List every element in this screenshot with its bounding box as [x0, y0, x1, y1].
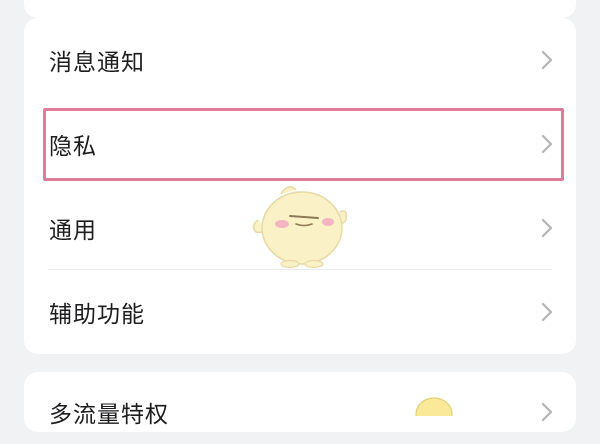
- settings-item-notifications[interactable]: 消息通知: [24, 18, 576, 102]
- chevron-right-icon: [541, 134, 553, 154]
- chevron-right-icon: [541, 302, 553, 322]
- settings-item-privacy[interactable]: 隐私: [24, 102, 576, 186]
- settings-group-2: 多流量特权: [24, 372, 576, 432]
- mascot-sticker-icon: [415, 397, 453, 416]
- top-card-edge: [24, 0, 576, 18]
- settings-item-label: 多流量特权: [49, 402, 169, 428]
- settings-item-accessibility[interactable]: 辅助功能: [24, 270, 576, 354]
- settings-item-label: 通用: [49, 218, 97, 244]
- chevron-right-icon: [541, 218, 553, 238]
- chevron-right-icon: [541, 402, 553, 422]
- settings-item-label: 隐私: [49, 134, 97, 160]
- chevron-right-icon: [541, 50, 553, 70]
- settings-item-label: 辅助功能: [49, 302, 145, 328]
- settings-item-data-privilege[interactable]: 多流量特权: [24, 372, 576, 444]
- mascot-sticker-icon: [252, 186, 348, 269]
- settings-item-label: 消息通知: [49, 50, 145, 76]
